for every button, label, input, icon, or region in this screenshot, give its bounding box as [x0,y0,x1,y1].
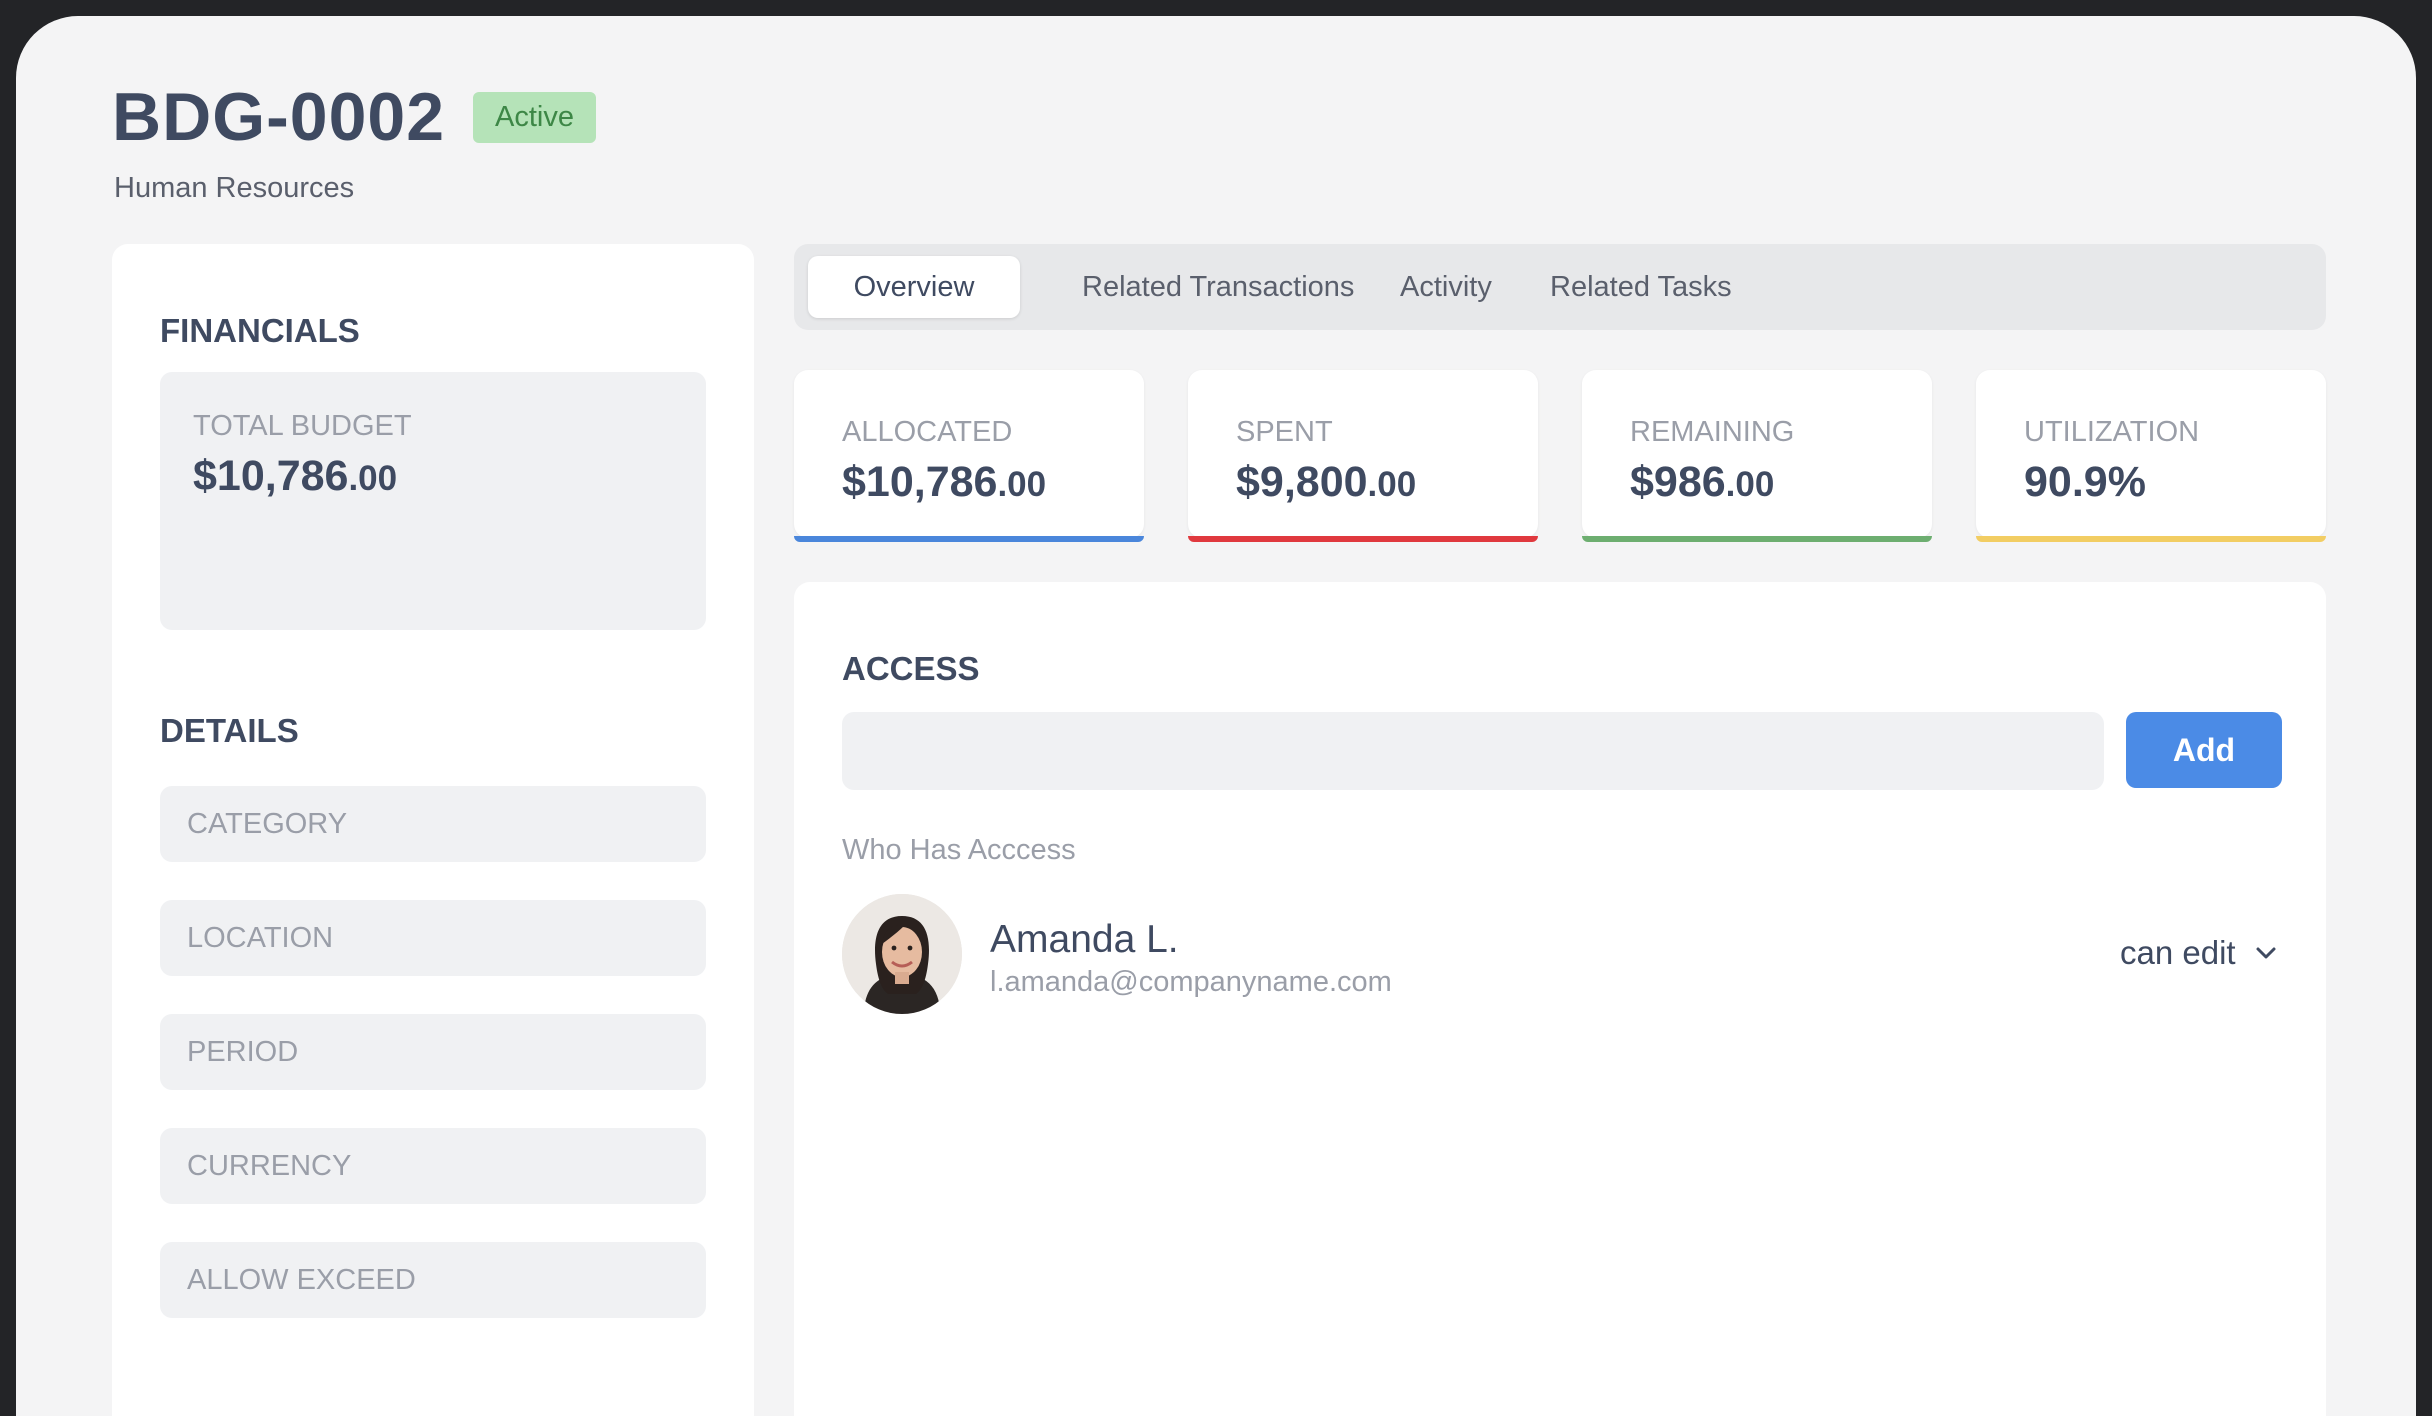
spent-card: SPENT $9,800.00 [1188,370,1538,542]
spent-accent-bar [1188,536,1538,542]
remaining-amount: $986 [1630,458,1726,506]
allocated-amount: $10,786 [842,458,998,506]
allocated-label: ALLOCATED [842,416,1013,448]
allocated-cents: .00 [997,465,1047,504]
left-panel: FINANCIALS TOTAL BUDGET $10,786.00 DETAI… [112,244,754,1416]
avatar-photo-icon [842,894,962,1014]
user-email: l.amanda@companyname.com [990,966,1392,998]
utilization-label: UTILIZATION [2024,416,2200,448]
tab-activity[interactable]: Activity [1400,256,1492,318]
spent-label: SPENT [1236,416,1333,448]
total-budget-box: TOTAL BUDGET $10,786.00 [160,372,706,630]
tab-bar: Overview Related Transactions Activity R… [794,244,2326,330]
remaining-accent-bar [1582,536,1932,542]
spent-amount: $9,800 [1236,458,1368,506]
access-title: ACCESS [842,650,980,687]
location-field[interactable]: LOCATION [160,900,706,976]
utilization-accent-bar [1976,536,2326,542]
utilization-amount: 90.9% [2024,458,2146,506]
period-field[interactable]: PERIOD [160,1014,706,1090]
total-budget-amount: $10,786 [193,452,349,500]
page-title: BDG-0002 [112,79,446,155]
spent-value: $9,800.00 [1236,458,1416,507]
utilization-card: UTILIZATION 90.9% [1976,370,2326,542]
access-panel: ACCESS Add Who Has Acccess Amanda L. l.a… [794,582,2326,1416]
chevron-down-icon [2256,947,2276,959]
spent-cents: .00 [1367,465,1417,504]
permission-label: can edit [2120,934,2236,971]
remaining-cents: .00 [1725,465,1775,504]
allocated-card: ALLOCATED $10,786.00 [794,370,1144,542]
allocated-accent-bar [794,536,1144,542]
tab-overview[interactable]: Overview [808,256,1020,318]
add-button[interactable]: Add [2126,712,2282,788]
total-budget-label: TOTAL BUDGET [193,410,412,442]
category-field[interactable]: CATEGORY [160,786,706,862]
financials-title: FINANCIALS [160,312,360,349]
currency-field[interactable]: CURRENCY [160,1128,706,1204]
total-budget-value: $10,786.00 [193,452,397,501]
remaining-card: REMAINING $986.00 [1582,370,1932,542]
avatar [842,894,962,1014]
who-has-access-label: Who Has Acccess [842,834,1076,866]
tab-related-transactions[interactable]: Related Transactions [1082,256,1354,318]
app-window: BDG-0002 Active Human Resources FINANCIA… [16,16,2416,1416]
status-badge: Active [473,91,597,143]
remaining-value: $986.00 [1630,458,1774,507]
page-header: BDG-0002 Active [112,78,597,156]
allocated-value: $10,786.00 [842,458,1046,507]
permission-dropdown[interactable]: can edit [2120,934,2278,972]
remaining-label: REMAINING [1630,416,1795,448]
allow-exceed-field[interactable]: ALLOW EXCEED [160,1242,706,1318]
tab-related-tasks[interactable]: Related Tasks [1550,256,1732,318]
total-budget-cents: .00 [348,459,398,498]
department-label: Human Resources [114,172,355,204]
user-name: Amanda L. [990,918,1179,961]
access-search-input[interactable] [842,712,2104,790]
details-title: DETAILS [160,712,299,749]
utilization-value: 90.9% [2024,458,2146,507]
